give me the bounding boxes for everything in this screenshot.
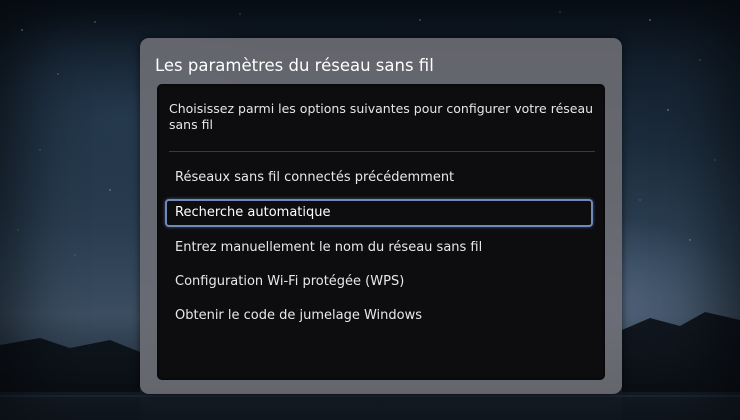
menu-item-windows-pairing-code[interactable]: Obtenir le code de jumelage Windows bbox=[165, 302, 593, 330]
dialog-description: Choisissez parmi les options suivantes p… bbox=[169, 101, 594, 132]
menu-item-manual-network-name[interactable]: Entrez manuellement le nom du réseau san… bbox=[165, 234, 593, 262]
menu-item-wps-setup[interactable]: Configuration Wi-Fi protégée (WPS) bbox=[165, 268, 593, 296]
separator bbox=[169, 151, 595, 152]
dialog-title: Les paramètres du réseau sans fil bbox=[155, 56, 434, 75]
options-panel: Choisissez parmi les options suivantes p… bbox=[157, 84, 605, 380]
wireless-settings-dialog: Les paramètres du réseau sans fil Choisi… bbox=[140, 38, 622, 394]
menu-item-previous-networks[interactable]: Réseaux sans fil connectés précédemment bbox=[165, 164, 593, 192]
menu-item-auto-search[interactable]: Recherche automatique bbox=[165, 199, 593, 227]
